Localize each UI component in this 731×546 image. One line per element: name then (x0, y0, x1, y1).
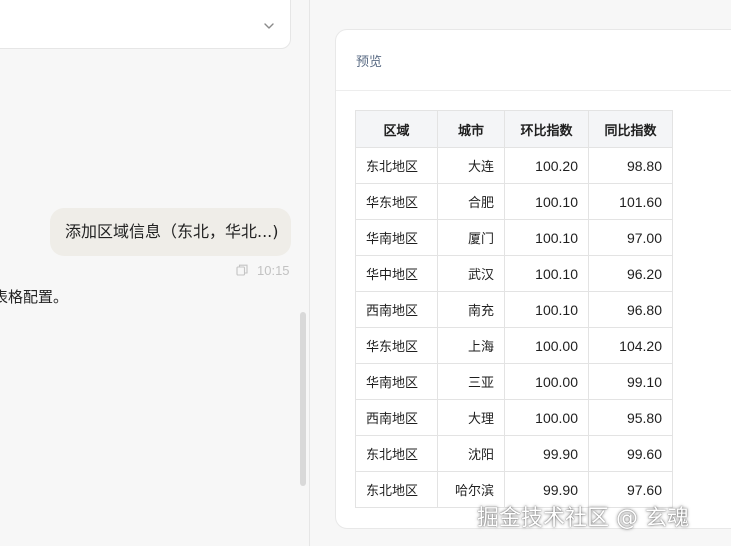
cell-city: 武汉 (437, 255, 505, 292)
cell-mom-index: 100.10 (504, 183, 589, 220)
user-message-bubble: 添加区域信息（东北，华北...) (50, 208, 291, 256)
cell-city: 合肥 (437, 183, 505, 220)
preview-header: 预览 (336, 30, 731, 91)
cell-yoy-index: 96.80 (588, 291, 673, 328)
column-header-yoy-index: 同比指数 (588, 110, 673, 148)
cell-region: 华中地区 (355, 255, 438, 292)
cell-mom-index: 100.20 (504, 147, 589, 184)
cell-region: 华东地区 (355, 183, 438, 220)
column-header-mom-index: 环比指数 (504, 110, 589, 148)
table-row: 东北地区 大连 100.20 98.80 (355, 147, 673, 184)
cell-mom-index: 99.90 (504, 471, 589, 508)
preview-table: 区域 城市 环比指数 同比指数 东北地区 大连 100.20 98.80 华东地… (355, 110, 673, 508)
cell-region: 东北地区 (355, 435, 438, 472)
table-body: 东北地区 大连 100.20 98.80 华东地区 合肥 100.10 101.… (355, 147, 673, 508)
cell-mom-index: 100.00 (504, 327, 589, 364)
cell-city: 三亚 (437, 363, 505, 400)
preview-table-container[interactable]: 区域 城市 环比指数 同比指数 东北地区 大连 100.20 98.80 华东地… (355, 110, 673, 508)
cell-yoy-index: 101.60 (588, 183, 673, 220)
top-dropdown[interactable] (0, 0, 291, 49)
cell-city: 上海 (437, 327, 505, 364)
column-header-city: 城市 (437, 110, 505, 148)
message-meta: 10:15 (235, 262, 290, 278)
cell-yoy-index: 99.10 (588, 363, 673, 400)
cell-city: 大连 (437, 147, 505, 184)
cell-mom-index: 100.00 (504, 399, 589, 436)
message-timestamp: 10:15 (257, 262, 290, 278)
cell-city: 厦门 (437, 219, 505, 256)
table-header-row: 区域 城市 环比指数 同比指数 (355, 110, 673, 148)
copy-icon[interactable] (235, 263, 249, 277)
table-row: 西南地区 大理 100.00 95.80 (355, 399, 673, 436)
table-row: 东北地区 沈阳 99.90 99.60 (355, 435, 673, 472)
cell-region: 东北地区 (355, 471, 438, 508)
table-row: 华东地区 上海 100.00 104.20 (355, 327, 673, 364)
cell-region: 东北地区 (355, 147, 438, 184)
preview-panel: 预览 区域 城市 环比指数 同比指数 东北地区 大连 100.20 98.80 … (335, 29, 731, 529)
cell-city: 哈尔滨 (437, 471, 505, 508)
cell-city: 大理 (437, 399, 505, 436)
table-row: 华东地区 合肥 100.10 101.60 (355, 183, 673, 220)
cell-region: 西南地区 (355, 291, 438, 328)
cell-yoy-index: 99.60 (588, 435, 673, 472)
cell-city: 沈阳 (437, 435, 505, 472)
cell-yoy-index: 104.20 (588, 327, 673, 364)
chat-panel: 添加区域信息（东北，华北...) 10:15 表格配置。 (0, 0, 309, 546)
chat-scrollbar[interactable] (300, 312, 306, 486)
cell-yoy-index: 95.80 (588, 399, 673, 436)
chevron-down-icon[interactable] (262, 19, 276, 33)
cell-region: 华南地区 (355, 363, 438, 400)
cell-mom-index: 100.10 (504, 255, 589, 292)
cell-region: 华南地区 (355, 219, 438, 256)
app-root: 添加区域信息（东北，华北...) 10:15 表格配置。 预览 区域 城市 环比… (0, 0, 731, 546)
cell-yoy-index: 98.80 (588, 147, 673, 184)
preview-title: 预览 (356, 54, 383, 70)
cell-mom-index: 99.90 (504, 435, 589, 472)
assistant-message-text: 表格配置。 (0, 288, 69, 306)
cell-yoy-index: 96.20 (588, 255, 673, 292)
column-header-region: 区域 (355, 110, 438, 148)
panel-divider[interactable] (309, 0, 310, 546)
cell-city: 南充 (437, 291, 505, 328)
cell-region: 华东地区 (355, 327, 438, 364)
cell-mom-index: 100.10 (504, 291, 589, 328)
cell-region: 西南地区 (355, 399, 438, 436)
cell-yoy-index: 97.00 (588, 219, 673, 256)
table-row: 华南地区 厦门 100.10 97.00 (355, 219, 673, 256)
cell-yoy-index: 97.60 (588, 471, 673, 508)
table-row: 华中地区 武汉 100.10 96.20 (355, 255, 673, 292)
cell-mom-index: 100.10 (504, 219, 589, 256)
cell-mom-index: 100.00 (504, 363, 589, 400)
table-row: 东北地区 哈尔滨 99.90 97.60 (355, 471, 673, 508)
table-row: 华南地区 三亚 100.00 99.10 (355, 363, 673, 400)
table-row: 西南地区 南充 100.10 96.80 (355, 291, 673, 328)
